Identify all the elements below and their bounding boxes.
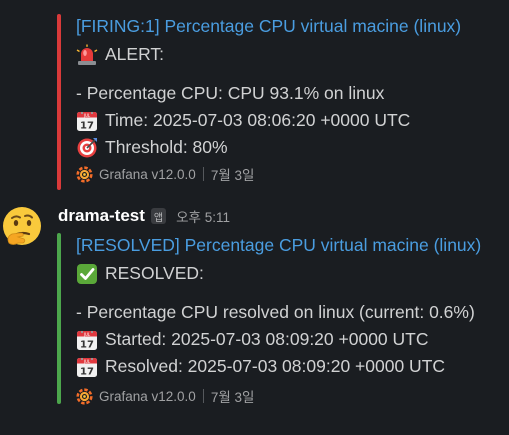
resolved-alert-heading: RESOLVED: [76,260,505,287]
resolved-heading-text: RESOLVED: [105,263,204,283]
alert-message-firing: [FIRING:1] Percentage CPU virtual macine… [0,0,509,195]
firing-alert-title-link[interactable]: [FIRING:1] Percentage CPU virtual macine… [76,14,505,38]
resolved-attachment: [RESOLVED] Percentage CPU virtual macine… [76,233,505,407]
resolved-started-line: Started: 2025-07-03 08:09:20 +0000 UTC [76,326,505,353]
firing-detail-line: - Percentage CPU: CPU 93.1% on linux [76,80,505,107]
footer-divider [202,167,204,181]
firing-time-line: Time: 2025-07-03 08:06:20 +0000 UTC [76,107,505,134]
calendar-icon [76,356,98,378]
firing-time-text: Time: 2025-07-03 08:06:20 +0000 UTC [105,110,411,130]
resolved-resolved-text: Resolved: 2025-07-03 08:09:20 +0000 UTC [105,356,446,376]
grafana-logo-icon [76,388,93,405]
footer-divider [202,389,204,403]
rotating-light-icon [76,44,98,65]
resolved-detail-text: - Percentage CPU resolved on linux (curr… [76,302,475,322]
firing-heading-text: ALERT: [105,44,165,64]
message-header: drama-test 앱 오후 5:11 [58,204,230,228]
firing-alert-heading: ALERT: [76,41,505,68]
check-mark-button-icon [77,263,97,284]
resolved-attachment-footer: Grafana v12.0.0 7월 3일 [76,385,505,407]
calendar-icon [76,329,98,351]
firing-attachment: [FIRING:1] Percentage CPU virtual macine… [76,14,505,185]
firing-attachment-footer: Grafana v12.0.0 7월 3일 [76,163,505,185]
firing-threshold-text: Threshold: 80% [105,137,228,157]
resolved-detail-line: - Percentage CPU resolved on linux (curr… [76,299,505,326]
firing-threshold-line: Threshold: 80% [76,134,505,161]
firing-detail-text: - Percentage CPU: CPU 93.1% on linux [76,83,385,103]
resolved-alert-title-link[interactable]: [RESOLVED] Percentage CPU virtual macine… [76,233,505,257]
resolved-footer-source: Grafana v12.0.0 [99,388,196,404]
grafana-logo-icon [76,166,93,183]
resolved-started-text: Started: 2025-07-03 08:09:20 +0000 UTC [105,329,429,349]
resolved-resolved-line: Resolved: 2025-07-03 08:09:20 +0000 UTC [76,353,505,380]
resolved-attachment-bar [57,233,61,404]
firing-footer-date: 7월 3일 [210,168,255,183]
firing-attachment-bar [57,14,61,190]
app-badge: 앱 [150,208,167,224]
message-timestamp[interactable]: 오후 5:11 [176,206,230,226]
direct-hit-icon [77,137,97,157]
resolved-footer-date: 7월 3일 [210,390,255,405]
author-name[interactable]: drama-test [58,206,145,226]
thinking-face-avatar[interactable] [1,205,43,247]
calendar-icon [76,110,98,132]
firing-footer-source: Grafana v12.0.0 [99,166,196,182]
